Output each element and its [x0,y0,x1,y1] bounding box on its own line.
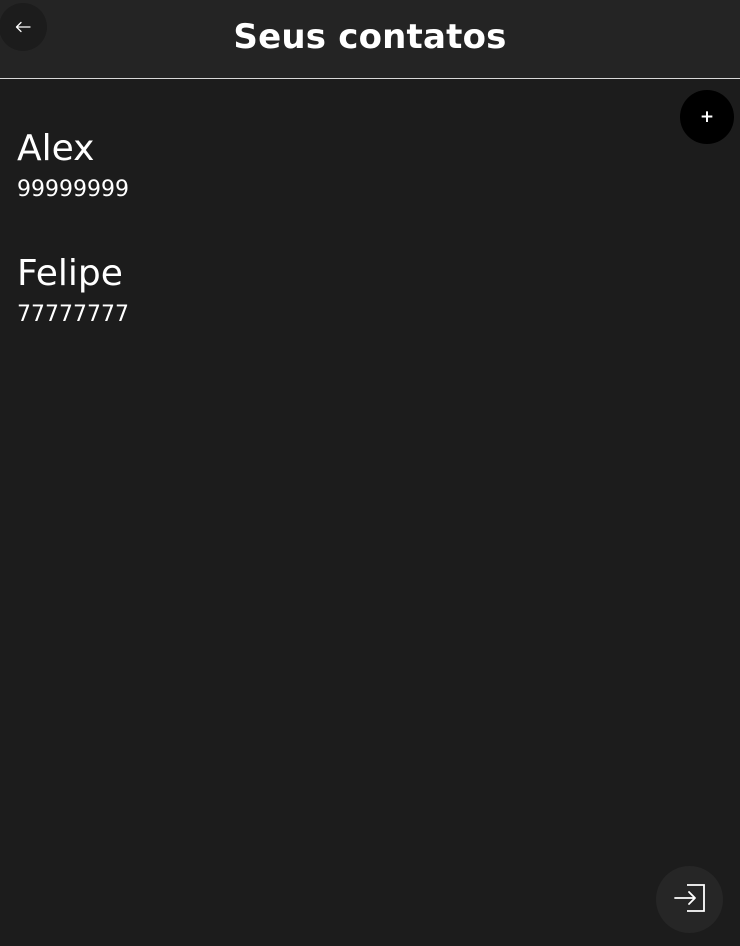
contact-item[interactable]: Alex 99999999 [17,124,129,249]
app-window: Seus contatos + Alex 99999999 Felipe 777… [0,0,740,946]
contact-item[interactable]: Felipe 77777777 [17,249,129,374]
add-contact-button[interactable]: + [680,90,734,144]
logout-button[interactable] [656,866,723,933]
plus-icon: + [699,107,715,127]
contact-list: Alex 99999999 Felipe 77777777 [17,124,129,374]
contact-phone: 77777777 [17,302,129,327]
contact-phone: 99999999 [17,177,129,202]
contact-name: Alex [17,128,95,169]
page-title: Seus contatos [233,17,507,57]
contact-name: Felipe [17,253,123,294]
header-bar: Seus contatos [0,0,740,79]
login-arrow-icon [673,883,707,917]
